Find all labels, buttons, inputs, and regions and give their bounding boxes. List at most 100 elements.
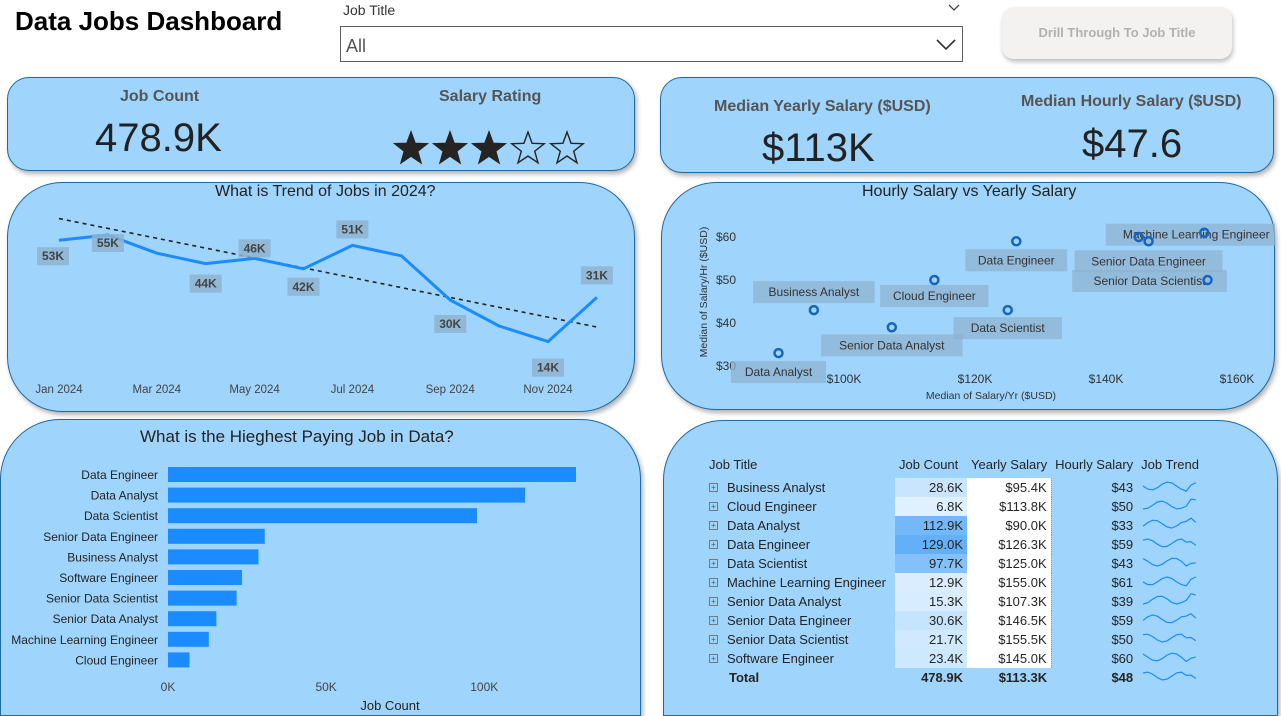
table-row[interactable]: + Senior Data Engineer 30.6K $146.5K $59 bbox=[705, 611, 1203, 630]
trend-line bbox=[58, 217, 598, 328]
cell-job-title[interactable]: + Software Engineer bbox=[705, 649, 895, 668]
svg-text:55K: 55K bbox=[97, 236, 119, 250]
table-row[interactable]: + Machine Learning Engineer 12.9K $155.0K $6… bbox=[705, 573, 1203, 592]
x-tick-label: $120K bbox=[958, 372, 993, 386]
table-row[interactable]: + Data Analyst 112.9K $90.0K $33 bbox=[705, 516, 1203, 535]
data-label: 42K bbox=[287, 277, 320, 296]
median-yearly-value: $113K bbox=[762, 126, 875, 170]
chevron-down-icon[interactable] bbox=[935, 36, 957, 52]
star-empty-icon bbox=[548, 129, 586, 165]
page-title: Data Jobs Dashboard bbox=[15, 6, 283, 36]
cell-job-title[interactable]: + Cloud Engineer bbox=[705, 497, 895, 516]
cell-job-title[interactable]: + Senior Data Analyst bbox=[705, 592, 895, 611]
table-row[interactable]: + Data Engineer 129.0K $126.3K $59 bbox=[705, 535, 1203, 554]
category-label: Senior Data Analyst bbox=[53, 612, 159, 626]
y-tick-label: $40 bbox=[716, 316, 736, 330]
sparkline bbox=[1143, 633, 1197, 643]
expand-icon[interactable]: + bbox=[709, 635, 718, 644]
table-row[interactable]: + Senior Data Analyst 15.3K $107.3K $39 bbox=[705, 592, 1203, 611]
header-job-count[interactable]: Job Count bbox=[895, 450, 967, 478]
bar[interactable] bbox=[168, 631, 209, 647]
bar[interactable] bbox=[168, 570, 243, 585]
table-row[interactable]: + Data Scientist 97.7K $125.0K $43 bbox=[705, 554, 1203, 573]
expand-icon[interactable]: + bbox=[709, 540, 718, 549]
median-hourly-label: Median Hourly Salary ($USD) bbox=[1021, 93, 1242, 110]
expand-icon[interactable]: + bbox=[709, 502, 718, 511]
cell-job-trend bbox=[1137, 516, 1203, 535]
table-row[interactable]: + Cloud Engineer 6.8K $113.8K $50 bbox=[705, 497, 1203, 516]
header-yearly-salary[interactable]: Yearly Salary bbox=[967, 450, 1051, 478]
table-row[interactable]: + Business Analyst 28.6K $95.4K $43 bbox=[705, 478, 1203, 497]
cell-job-title[interactable]: + Data Analyst bbox=[705, 516, 895, 535]
bar[interactable] bbox=[168, 467, 576, 482]
cell-hourly-salary: $50 bbox=[1111, 499, 1134, 514]
cell-job-title[interactable]: + Business Analyst bbox=[705, 478, 895, 497]
star-filled-icon bbox=[393, 129, 430, 165]
chevron-down-icon[interactable] bbox=[946, 1, 962, 15]
cell-yearly-salary: $145.0K bbox=[967, 649, 1052, 668]
point-label: Data Analyst bbox=[730, 361, 827, 384]
expand-icon[interactable]: + bbox=[709, 654, 718, 663]
cell-job-title[interactable]: + Senior Data Scientist bbox=[705, 630, 895, 649]
bar[interactable] bbox=[168, 652, 190, 668]
table-total-row: Total 478.9K $113.3K $48 bbox=[705, 668, 1203, 687]
expand-icon[interactable]: + bbox=[709, 616, 718, 625]
data-label: 31K bbox=[580, 266, 613, 285]
expand-icon[interactable]: + bbox=[709, 521, 718, 530]
cell-job-title[interactable]: + Machine Learning Engineer bbox=[705, 573, 895, 592]
expand-icon[interactable]: + bbox=[709, 578, 718, 587]
sparkline bbox=[1143, 671, 1197, 681]
bar[interactable] bbox=[168, 590, 237, 606]
expand-icon[interactable]: + bbox=[709, 559, 718, 568]
x-tick-label: Nov 2024 bbox=[523, 384, 573, 396]
x-tick-label: Jan 2024 bbox=[35, 384, 83, 396]
cell-hourly-salary: $33 bbox=[1111, 518, 1134, 533]
total-job-trend bbox=[1137, 668, 1203, 687]
scatter-point[interactable] bbox=[1011, 236, 1022, 247]
cell-hourly-salary: $43 bbox=[1111, 556, 1134, 571]
star-empty-icon bbox=[509, 129, 547, 165]
sparkline bbox=[1142, 593, 1197, 605]
median-hourly-value: $47.6 bbox=[1082, 122, 1183, 166]
drill-through-button[interactable]: Drill Through To Job Title bbox=[1002, 7, 1232, 59]
table-row[interactable]: + Senior Data Scientist 21.7K $155.5K $50 bbox=[705, 630, 1203, 649]
bar[interactable] bbox=[168, 508, 478, 524]
cell-job-trend bbox=[1137, 535, 1203, 554]
point-label: Senior Data Engineer bbox=[1074, 250, 1223, 273]
slicer-label: Job Title bbox=[343, 2, 396, 18]
scatter-point[interactable] bbox=[886, 322, 898, 333]
point-label: Data Engineer bbox=[965, 249, 1068, 272]
x-tick-label: 50K bbox=[315, 680, 336, 694]
scatter-point[interactable] bbox=[773, 347, 784, 359]
header-hourly-salary[interactable]: Hourly Salary bbox=[1051, 450, 1137, 478]
scatter-point[interactable] bbox=[1002, 304, 1013, 316]
svg-text:53K: 53K bbox=[42, 249, 64, 263]
bar[interactable] bbox=[168, 549, 259, 565]
scatter-point[interactable] bbox=[929, 274, 940, 286]
bar[interactable] bbox=[168, 611, 217, 627]
star-filled-icon bbox=[470, 129, 508, 165]
sparkline bbox=[1142, 576, 1197, 587]
cell-job-title[interactable]: + Data Engineer bbox=[705, 535, 895, 554]
expand-icon[interactable]: + bbox=[709, 483, 718, 492]
scatter-point[interactable] bbox=[808, 304, 820, 316]
y-tick-label: $50 bbox=[716, 273, 736, 287]
table-row[interactable]: + Software Engineer 23.4K $145.0K $60 bbox=[705, 649, 1203, 668]
job-title-dropdown[interactable]: All bbox=[340, 26, 963, 62]
header-job-title[interactable]: Job Title bbox=[705, 450, 895, 478]
bar[interactable] bbox=[168, 487, 526, 503]
cell-hourly-salary: $60 bbox=[1111, 651, 1134, 666]
x-tick-label: $100K bbox=[827, 372, 862, 386]
salary-scatter-chart: $30$40$50$60$100K $120K $140K $160KMedian o… bbox=[698, 223, 1275, 402]
data-label: 55K bbox=[91, 234, 124, 252]
bar[interactable] bbox=[168, 528, 265, 544]
cell-hourly-salary: $59 bbox=[1111, 613, 1134, 628]
cell-job-title[interactable]: + Data Scientist bbox=[705, 554, 895, 573]
svg-text:14K: 14K bbox=[537, 361, 559, 375]
expand-icon[interactable]: + bbox=[709, 597, 718, 606]
header-job-trend[interactable]: Job Trend bbox=[1137, 450, 1203, 478]
point-label: Data Scientist bbox=[953, 317, 1062, 340]
cell-job-title[interactable]: + Senior Data Engineer bbox=[705, 611, 895, 630]
cell-job-trend bbox=[1137, 478, 1203, 497]
svg-text:Senior Data Scientist: Senior Data Scientist bbox=[1093, 274, 1206, 288]
